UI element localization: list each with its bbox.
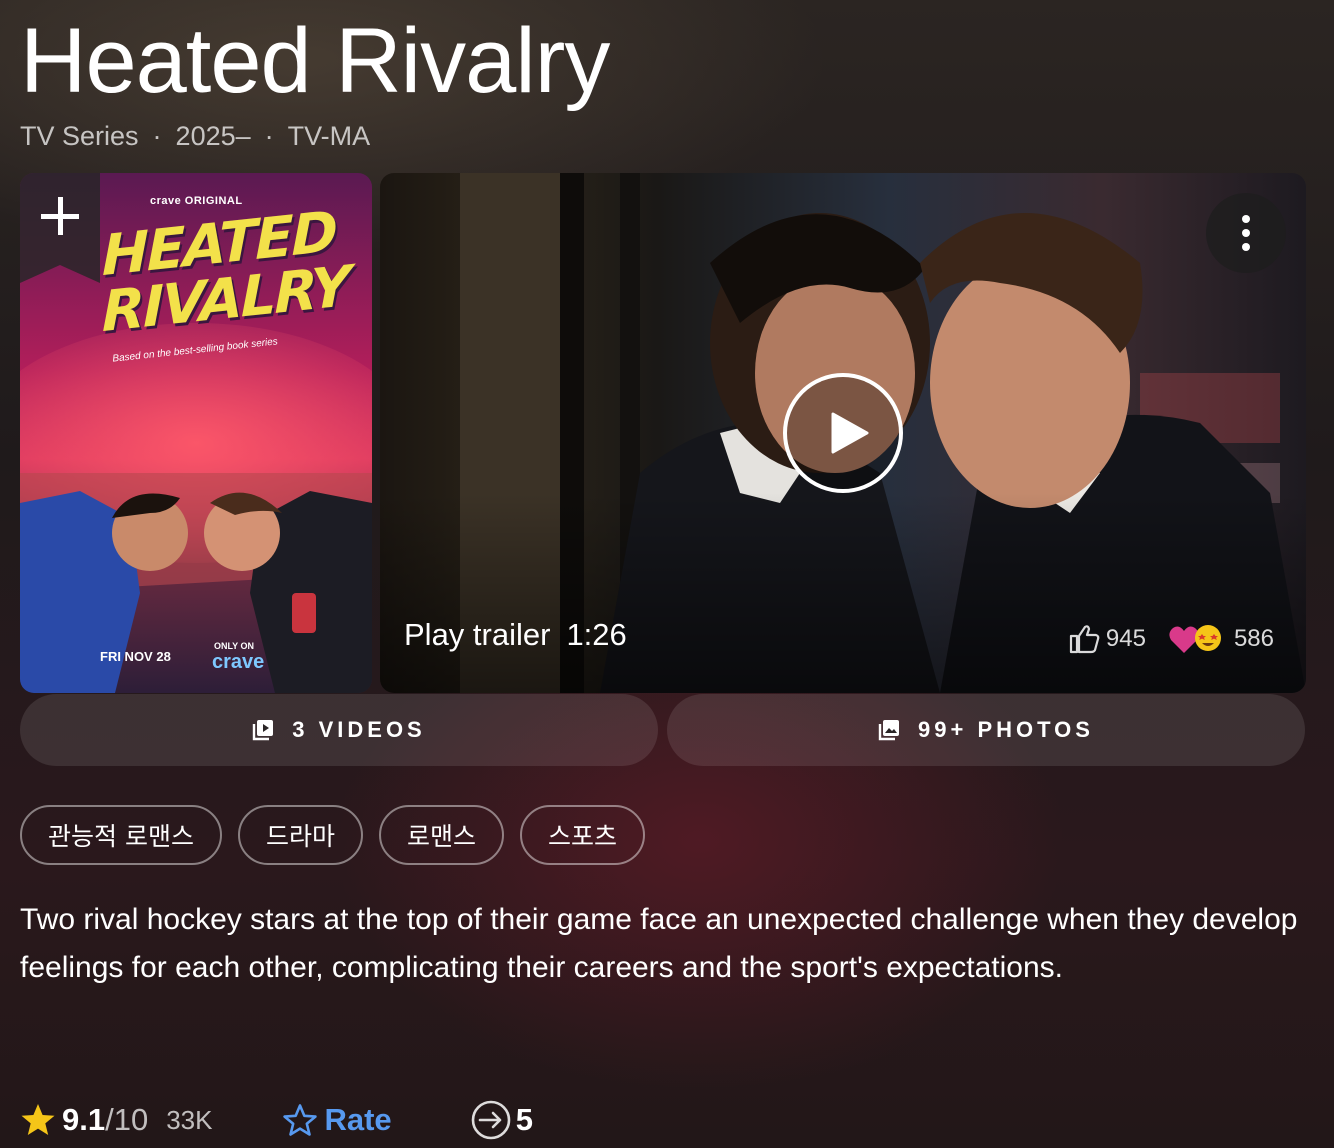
love-reaction[interactable]: 586 (1168, 623, 1274, 655)
star-outline-icon (283, 1104, 318, 1136)
title-meta: TV Series · 2025– · TV-MA (20, 118, 370, 154)
play-icon (831, 412, 869, 454)
rating-bar: 9.1 /10 33K Rate 5 (20, 1096, 533, 1144)
genre-chip-sports[interactable]: 스포츠 (519, 805, 645, 865)
imdb-rating[interactable]: 9.1 /10 33K (20, 1102, 212, 1138)
photos-button[interactable]: 99+ PHOTOS (667, 694, 1305, 766)
trailer-duration: 1:26 (566, 617, 627, 652)
genre-chip-sensual-romance[interactable]: 관능적 로맨스 (20, 805, 222, 865)
rate-label: Rate (324, 1102, 392, 1137)
title-page: Heated Rivalry TV Series · 2025– · TV-MA (0, 0, 1334, 1148)
meta-type[interactable]: TV Series (20, 121, 139, 152)
meta-separator: · (264, 120, 274, 151)
like-reaction[interactable]: 945 (1068, 624, 1146, 654)
popularity-value: 5 (515, 1102, 533, 1137)
plus-icon (20, 173, 100, 283)
popularity-rank[interactable]: 5 (470, 1099, 533, 1141)
videos-button[interactable]: 3 VIDEOS (20, 694, 658, 766)
poster-only-on: ONLY ON (214, 641, 255, 651)
like-count: 945 (1105, 625, 1146, 652)
rate-button[interactable]: Rate (282, 1102, 392, 1138)
photo-library-icon (878, 720, 900, 741)
trailer-player[interactable]: Play trailer 1:26 945 586 (380, 173, 1306, 693)
genre-chip-romance[interactable]: 로맨스 (378, 805, 504, 865)
rating-votes: 33K (166, 1104, 213, 1135)
poster-network: crave (212, 651, 265, 673)
rating-score: 9.1 (62, 1102, 106, 1137)
genre-chips: 관능적 로맨스 드라마 로맨스 스포츠 (20, 805, 661, 865)
plot-summary: Two rival hockey stars at the top of the… (20, 903, 1298, 984)
trailer-shade (380, 493, 1306, 693)
trailer-label[interactable]: Play trailer 1:26 (404, 617, 627, 653)
meta-years[interactable]: 2025– (176, 121, 251, 152)
photos-label: 99+ PHOTOS (918, 717, 1094, 742)
trailer-label-text: Play trailer (404, 617, 551, 652)
poster-title: HEATED RIVALRY (102, 199, 349, 345)
rating-max: /10 (105, 1102, 149, 1137)
meta-rating[interactable]: TV-MA (288, 121, 371, 152)
meta-separator: · (152, 120, 162, 151)
poster-image[interactable]: crave ORIGINAL HEATED RIVALRY Based on t… (20, 173, 372, 693)
videos-label: 3 VIDEOS (292, 717, 426, 742)
genre-chip-drama[interactable]: 드라마 (237, 805, 363, 865)
poster-date: FRI NOV 28 (100, 649, 171, 664)
star-icon (21, 1104, 55, 1135)
more-options-button[interactable] (1206, 193, 1286, 273)
trailer-reactions: 945 586 (1068, 623, 1274, 655)
video-library-icon (253, 720, 274, 741)
thumbs-up-icon (1069, 625, 1100, 654)
heart-star-eyes-icon (1169, 625, 1221, 653)
poster-brand: crave ORIGINAL (150, 195, 243, 207)
play-trailer-button[interactable] (783, 373, 903, 493)
trending-arrow-icon (471, 1100, 510, 1140)
love-count: 586 (1233, 625, 1274, 652)
page-title: Heated Rivalry (20, 10, 610, 112)
add-to-watchlist-button[interactable] (20, 173, 100, 283)
